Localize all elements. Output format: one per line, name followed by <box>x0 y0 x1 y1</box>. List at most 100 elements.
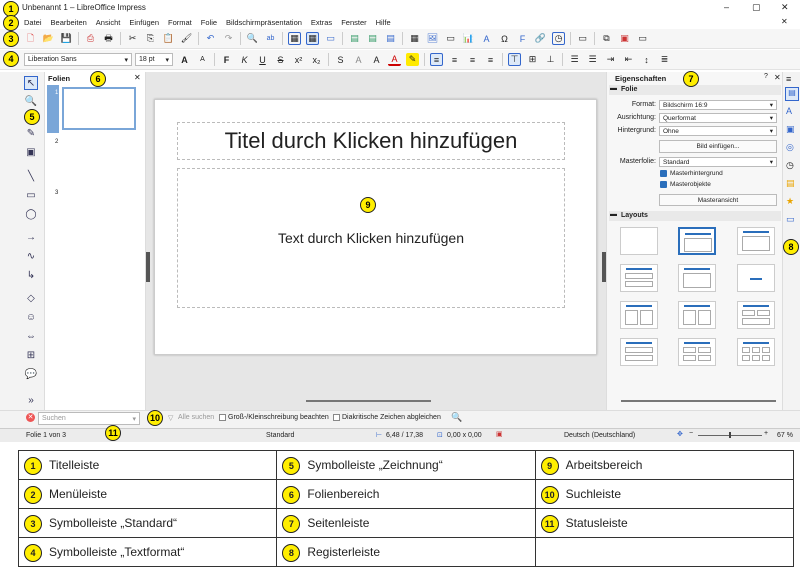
layout-title-2content[interactable] <box>620 264 658 292</box>
superscript-icon[interactable]: x² <box>292 53 305 66</box>
font-name-box[interactable]: Liberation Sans ▾ <box>24 53 132 66</box>
shadow-icon[interactable]: S <box>334 53 347 66</box>
layouts-header[interactable]: ▬ Layouts <box>609 211 781 221</box>
new-icon[interactable]: 🗋 <box>24 32 37 45</box>
navigator-tab-icon[interactable]: ◎ <box>786 142 794 153</box>
layout-centered[interactable] <box>737 264 775 292</box>
layout-grid-content[interactable] <box>737 301 775 329</box>
underline-icon[interactable]: U <box>256 53 269 66</box>
start-presentation-icon[interactable]: ▭ <box>576 32 589 45</box>
masterfolie-dropdown[interactable]: Standard ▾ <box>659 157 777 167</box>
menu-einfuegen[interactable]: Einfügen <box>129 18 159 27</box>
textbox-icon[interactable]: A <box>480 32 493 45</box>
find-all-button[interactable]: Alle suchen <box>178 414 214 421</box>
gallery-tab-icon[interactable]: ▣ <box>786 124 795 135</box>
menu-format[interactable]: Format <box>168 18 192 27</box>
layout-blank[interactable] <box>620 227 658 255</box>
close-button[interactable]: ✕ <box>781 2 789 13</box>
connector-icon[interactable]: ↳ <box>24 268 38 282</box>
indent-icon[interactable]: ⇥ <box>604 53 617 66</box>
new-slide-icon[interactable]: ▤ <box>348 32 361 45</box>
slide-canvas[interactable]: Titel durch Klicken hinzufügen Text durc… <box>154 99 597 355</box>
para-spacing-icon[interactable]: ≣ <box>658 53 671 66</box>
ellipse-icon[interactable]: ◯ <box>24 207 38 221</box>
menu-datei[interactable]: Datei <box>24 18 42 27</box>
curve-icon[interactable]: ∿ <box>24 249 38 263</box>
display-views-icon[interactable]: ▭ <box>324 32 337 45</box>
print-icon[interactable]: 🖶 <box>102 32 115 45</box>
callouts-icon[interactable]: 💬 <box>24 367 38 381</box>
more-options-icon[interactable]: ▭ <box>636 32 649 45</box>
media-icon[interactable]: ▭ <box>444 32 457 45</box>
save-icon[interactable]: 💾 <box>60 32 73 45</box>
more-tools-icon[interactable]: » <box>24 393 38 407</box>
image-icon[interactable]: 🖼 <box>426 32 439 45</box>
find-next-icon[interactable]: ▽ <box>168 414 173 422</box>
layout-stacked[interactable] <box>620 338 658 366</box>
pane-handle-left[interactable] <box>146 252 150 282</box>
zoom-level[interactable]: 67 % <box>777 432 793 439</box>
menu-hilfe[interactable]: Hilfe <box>376 18 391 27</box>
line-icon[interactable]: ╲ <box>24 169 38 183</box>
cut-icon[interactable]: ✂ <box>126 32 139 45</box>
layout-quad[interactable] <box>678 338 716 366</box>
match-case-checkbox[interactable] <box>219 414 226 421</box>
hintergrund-dropdown[interactable]: Ohne ▾ <box>659 126 777 136</box>
table-icon[interactable]: ▦ <box>408 32 421 45</box>
redo-icon[interactable]: ↷ <box>222 32 235 45</box>
subscript-icon[interactable]: x₂ <box>310 53 323 66</box>
masterobjekte-checkbox[interactable]: Masterobjekte <box>660 181 711 188</box>
menu-folie[interactable]: Folie <box>201 18 217 27</box>
master-slides-tab-icon[interactable]: ▭ <box>786 214 795 225</box>
minimize-button[interactable]: – <box>724 2 729 12</box>
zoom-slider-handle[interactable] <box>729 432 731 438</box>
zoom-out-icon[interactable]: − <box>689 430 693 437</box>
layout-title-content[interactable] <box>678 227 716 255</box>
italic-icon[interactable]: K <box>238 53 251 66</box>
align-right-icon[interactable]: ≡ <box>466 53 479 66</box>
clear-format-icon[interactable]: A <box>370 53 383 66</box>
rectangle-icon[interactable]: ▭ <box>24 188 38 202</box>
slide-transition-tab-icon[interactable]: ▤ <box>786 178 795 189</box>
undo-icon[interactable]: ↶ <box>204 32 217 45</box>
slide-thumb-1[interactable] <box>62 87 136 130</box>
close-icon[interactable]: ✕ <box>774 73 781 82</box>
outdent-icon[interactable]: ⇤ <box>622 53 635 66</box>
align-top-icon[interactable]: ⊤ <box>508 53 521 66</box>
fill-color-icon[interactable]: ▣ <box>24 145 38 159</box>
helplines-icon[interactable]: ▦ <box>306 32 319 45</box>
styles-tab-icon[interactable]: A <box>786 106 792 116</box>
basic-shapes-icon[interactable]: ◇ <box>24 291 38 305</box>
chart-icon[interactable]: 📊 <box>462 32 475 45</box>
masterhintergrund-checkbox[interactable]: Masterhintergrund <box>660 170 723 177</box>
layout-title-content-2[interactable] <box>737 227 775 255</box>
symbol-shapes-icon[interactable]: ☺ <box>24 310 38 324</box>
flowchart-icon[interactable]: ⊞ <box>24 348 38 362</box>
clone-format-icon[interactable]: 🖌 <box>180 32 193 45</box>
special-char-icon[interactable]: Ω <box>498 32 511 45</box>
content-placeholder[interactable]: Text durch Klicken hinzufügen <box>177 168 565 308</box>
layout-title-only[interactable] <box>678 264 716 292</box>
format-dropdown[interactable]: Bildschirm 16:9 ▾ <box>659 100 777 110</box>
bullets-icon[interactable]: ☰ <box>568 53 581 66</box>
strikethrough-icon[interactable]: S <box>274 53 287 66</box>
close-doc-icon[interactable]: ✕ <box>781 17 788 26</box>
numbering-icon[interactable]: ☰ <box>586 53 599 66</box>
menu-praesentation[interactable]: Bildschirmpräsentation <box>226 18 302 27</box>
ausrichtung-dropdown[interactable]: Querformat ▾ <box>659 113 777 123</box>
menu-bearbeiten[interactable]: Bearbeiten <box>51 18 87 27</box>
title-placeholder[interactable]: Titel durch Klicken hinzufügen <box>177 122 565 160</box>
justify-icon[interactable]: ≡ <box>484 53 497 66</box>
layout-4content[interactable] <box>620 301 658 329</box>
align-left-icon[interactable]: ≡ <box>430 53 443 66</box>
fontwork-icon[interactable]: F <box>516 32 529 45</box>
zoom-icon[interactable]: 🔍 <box>24 94 38 108</box>
sidebar-scrollbar[interactable] <box>621 400 776 402</box>
align-middle-icon[interactable]: ⊞ <box>526 53 539 66</box>
shapes-icon[interactable]: ◷ <box>552 32 565 45</box>
align-center-icon[interactable]: ≡ <box>448 53 461 66</box>
arrow-line-icon[interactable]: → <box>24 230 38 244</box>
line-color-icon[interactable]: ✎ <box>24 126 38 140</box>
copy-icon[interactable]: ⎘ <box>144 32 157 45</box>
folie-header[interactable]: ▬ Folie <box>609 85 781 95</box>
